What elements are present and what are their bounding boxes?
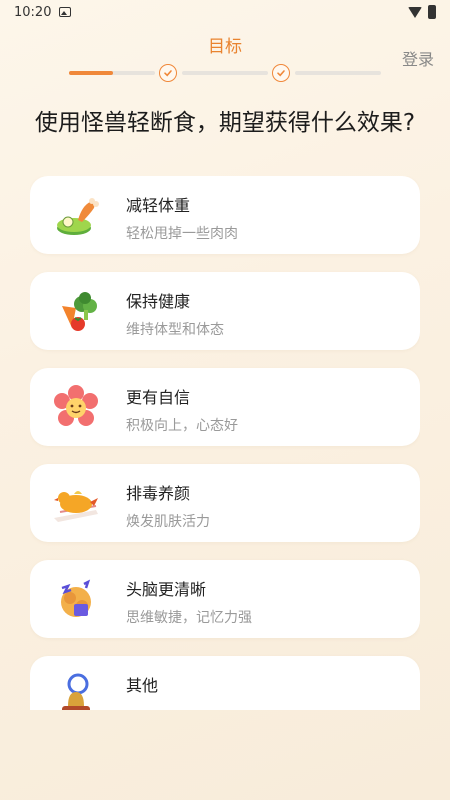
option-clearer-mind[interactable]: 头脑更清晰 思维敏捷，记忆力强 [30, 560, 420, 638]
option-stay-healthy[interactable]: 保持健康 维持体型和体态 [30, 272, 420, 350]
smiling-flower-icon [52, 384, 100, 432]
option-other[interactable]: 其他 [30, 656, 420, 710]
question-heading: 使用怪兽轻断食，期望获得什么效果? [34, 110, 416, 136]
drumstick-scale-icon [52, 192, 100, 240]
progress-fill [69, 71, 113, 75]
step-check-icon [272, 64, 290, 82]
image-notification-icon [59, 7, 72, 17]
option-title: 更有自信 [126, 388, 191, 407]
progress-indicator [69, 63, 381, 83]
progress-segment-2 [182, 71, 268, 75]
option-detox-beauty[interactable]: 排毒养颜 焕发肌肤活力 [30, 464, 420, 542]
page-title: 目标 [208, 37, 242, 57]
bell-icon [52, 672, 100, 710]
option-subtitle: 思维敏捷，记忆力强 [126, 610, 252, 626]
login-button[interactable]: 登录 [402, 46, 434, 70]
battery-icon [428, 5, 436, 19]
option-title: 其他 [126, 676, 159, 695]
option-subtitle: 轻松甩掉一些肉肉 [126, 226, 238, 242]
wifi-icon [408, 6, 422, 18]
progress-segment-1 [69, 71, 155, 75]
option-subtitle: 维持体型和体态 [126, 322, 224, 338]
status-bar: 10:20 [0, 0, 450, 24]
vegetables-icon [52, 288, 100, 336]
option-title: 头脑更清晰 [126, 580, 207, 599]
option-title: 减轻体重 [126, 196, 191, 215]
brain-bolt-icon [52, 576, 100, 624]
option-title: 排毒养颜 [126, 484, 191, 503]
progress-segment-3 [295, 71, 381, 75]
option-subtitle: 积极向上，心态好 [126, 418, 238, 434]
option-more-confident[interactable]: 更有自信 积极向上，心态好 [30, 368, 420, 446]
relaxing-chicken-icon [52, 480, 100, 528]
step-check-icon [159, 64, 177, 82]
option-lose-weight[interactable]: 减轻体重 轻松甩掉一些肉肉 [30, 176, 420, 254]
option-subtitle: 焕发肌肤活力 [126, 514, 210, 530]
options-list: 减轻体重 轻松甩掉一些肉肉 保持健康 维持体型和体态 更有自信 积极向上，心态好… [30, 176, 420, 710]
option-title: 保持健康 [126, 292, 191, 311]
status-icons [408, 5, 436, 19]
status-time: 10:20 [14, 4, 52, 20]
